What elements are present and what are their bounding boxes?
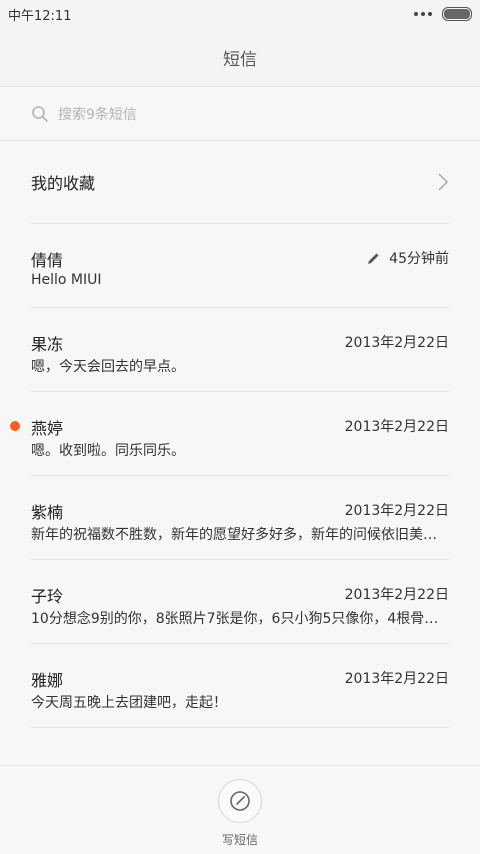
status-bar: 中午12:11 <box>0 0 480 28</box>
time-label: 2013年2月22日 <box>344 335 449 351</box>
contact-name: 倩倩 <box>31 251 64 270</box>
message-preview: 新年的祝福数不胜数，新年的愿望好多好多，新年的问候依旧美… <box>31 527 437 543</box>
message-time: 2013年2月22日 <box>345 416 449 436</box>
compose-button[interactable] <box>218 779 262 823</box>
message-preview: 今天周五晚上去团建吧，走起！ <box>31 695 227 711</box>
time-label: 2013年2月22日 <box>344 671 449 687</box>
message-time: 2013年2月22日 <box>345 500 449 520</box>
status-icons <box>414 7 472 21</box>
time-label: 2013年2月22日 <box>344 503 449 519</box>
contact-name: 紫楠 <box>31 503 64 522</box>
conversation-list: 倩倩 45分钟前 Hello MIUI 果冻 2013年2月22日 嗯，今天会回去的早点。… <box>0 224 480 728</box>
status-time: 中午12:11 <box>8 8 72 24</box>
message-preview: 嗯。收到啦。同乐同乐。 <box>31 443 185 459</box>
pencil-icon <box>368 253 379 264</box>
message-time: 45分钟前 <box>366 248 449 268</box>
conversation-row[interactable]: 果冻 2013年2月22日嗯，今天会回去的早点。 <box>31 308 449 392</box>
message-preview: 嗯，今天会回去的早点。 <box>31 359 185 375</box>
favorites-label: 我的收藏 <box>31 174 96 193</box>
conversation-row[interactable]: 燕婷 2013年2月22日嗯。收到啦。同乐同乐。 <box>10 392 449 476</box>
message-time: 2013年2月22日 <box>345 584 449 604</box>
battery-icon <box>442 7 472 21</box>
battery-fill <box>444 9 470 19</box>
contact-name: 燕婷 <box>31 419 64 438</box>
search-input[interactable]: 搜索9条短信 <box>58 104 137 124</box>
conversation-row[interactable]: 雅娜 2013年2月22日今天周五晚上去团建吧，走起！ <box>31 644 449 728</box>
message-preview: Hello MIUI <box>31 272 102 288</box>
message-time: 2013年2月22日 <box>345 668 449 688</box>
message-preview: 10分想念9别的你，8张照片7张是你，6只小狗5只像你，4根骨… <box>31 611 439 627</box>
message-time: 2013年2月22日 <box>345 332 449 352</box>
unread-dot-icon <box>10 421 20 431</box>
compose-icon <box>230 791 250 811</box>
conversation-row[interactable]: 倩倩 45分钟前 Hello MIUI <box>31 224 449 308</box>
header: 短信 <box>0 28 480 87</box>
time-label: 45分钟前 <box>389 251 449 267</box>
contact-name: 果冻 <box>31 335 64 354</box>
search-bar[interactable]: 搜索9条短信 <box>0 87 480 141</box>
favorites-row[interactable]: 我的收藏 <box>31 141 449 224</box>
conversation-row[interactable]: 子玲 2013年2月22日 10分想念9别的你，8张照片7张是你，6只小狗5只像你，… <box>31 560 449 644</box>
time-label: 2013年2月22日 <box>344 419 449 435</box>
page-title: 短信 <box>223 49 257 70</box>
compose-label: 写短信 <box>221 833 258 847</box>
contact-name: 雅娜 <box>31 671 64 690</box>
chevron-right-icon <box>438 173 449 191</box>
conversation-row[interactable]: 紫楠 2013年2月22日新年的祝福数不胜数，新年的愿望好多好多，新年的问候依旧美… <box>31 476 449 560</box>
search-icon <box>32 105 48 122</box>
contact-name: 子玲 <box>31 587 64 606</box>
signal-dots-icon <box>414 12 432 16</box>
bottom-bar: 写短信 <box>0 765 480 854</box>
time-label: 2013年2月22日 <box>344 587 449 603</box>
